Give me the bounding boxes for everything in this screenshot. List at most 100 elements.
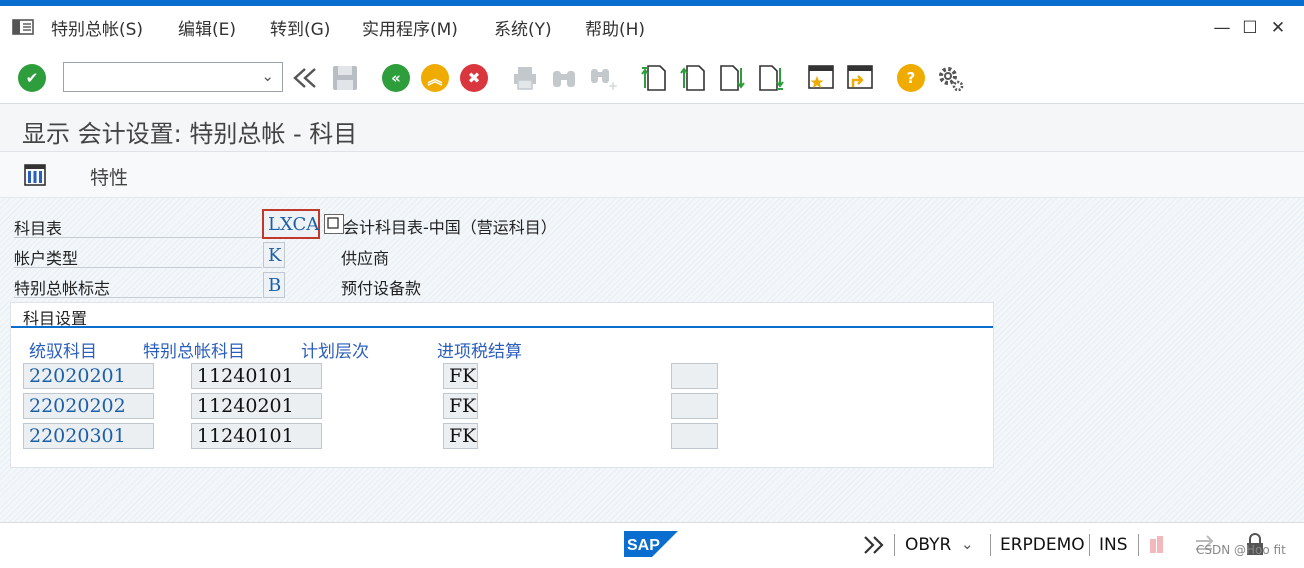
enter-button[interactable]: ✔ [17, 63, 47, 93]
account-settings-frame: 科目设置 统驭科目 特别总帐科目 计划层次 进项税结算 22020201 112… [10, 302, 994, 468]
previous-page-icon [680, 65, 705, 91]
menu-edit[interactable]: 编辑(E) [178, 15, 236, 40]
account-type-field[interactable]: K [263, 242, 285, 268]
cancel-icon: ✖ [460, 64, 488, 92]
column-header-recon-account[interactable]: 统驭科目 [29, 337, 97, 362]
special-gl-indicator-field[interactable]: B [263, 272, 285, 298]
last-page-icon [759, 65, 784, 91]
recon-account-cell[interactable]: 22020202 [23, 393, 154, 419]
watermark-text: CSDN @Hoo fit [1196, 543, 1286, 557]
special-gl-indicator-value: B [268, 274, 282, 296]
command-input[interactable] [64, 63, 249, 91]
special-gl-indicator-label: 特别总帐标志 [14, 279, 111, 298]
input-tax-value: FK [449, 395, 477, 417]
chart-of-accounts-label: 科目表 [14, 219, 63, 238]
generate-shortcut-button[interactable] [845, 63, 875, 93]
menu-system[interactable]: 系统(Y) [494, 15, 552, 40]
account-type-description: 供应商 [341, 249, 390, 268]
special-gl-account-cell[interactable]: 11240101 [191, 363, 322, 389]
input-tax-cell[interactable]: FK [443, 363, 478, 389]
value-help-button[interactable] [324, 214, 344, 234]
menu-bar: 特别总帐(S) 编辑(E) 转到(G) 实用程序(M) 系统(Y) 帮助(H) … [0, 6, 1304, 46]
save-button[interactable] [330, 63, 360, 93]
status-separator [1138, 534, 1139, 556]
close-window-button[interactable]: ✕ [1268, 18, 1288, 38]
gear-icon [939, 67, 964, 92]
chevron-down-icon[interactable]: ⌄ [261, 67, 274, 85]
back-button[interactable]: « [381, 63, 411, 93]
menu-special-gl[interactable]: 特别总帐(S) [51, 15, 143, 40]
first-page-icon [641, 65, 666, 91]
special-gl-account-cell[interactable]: 11240101 [191, 423, 322, 449]
help-button[interactable]: ? [896, 63, 926, 93]
chart-of-accounts-description: 会计科目表-中国（营运科目） [343, 218, 557, 237]
find-button[interactable] [549, 63, 579, 93]
properties-grid-icon[interactable] [24, 164, 46, 186]
recon-account-value: 22020202 [29, 395, 126, 417]
special-gl-account-cell[interactable]: 11240201 [191, 393, 322, 419]
print-icon [514, 67, 536, 90]
new-session-star-icon [808, 65, 834, 89]
chart-of-accounts-field[interactable]: LXCA [262, 209, 320, 239]
input-tax-cell[interactable]: FK [443, 393, 478, 419]
checkmark-icon: ✔ [18, 64, 46, 92]
input-tax-cell[interactable]: FK [443, 423, 478, 449]
insert-mode[interactable]: INS [1099, 535, 1128, 555]
account-type-value: K [268, 244, 282, 266]
status-bar: SAP OBYR ⌄ ERPDEMO INS CSDN @Hoo fit [0, 522, 1304, 568]
cancel-button[interactable]: ✖ [459, 63, 489, 93]
save-disk-icon [333, 66, 357, 90]
last-page-button[interactable] [756, 63, 786, 93]
find-next-button[interactable]: + [588, 63, 618, 93]
menu-toggle-icon[interactable] [12, 19, 34, 35]
binoculars-plus-icon: + [591, 69, 617, 91]
system-name: ERPDEMO [1000, 535, 1085, 555]
menu-goto[interactable]: 转到(G) [270, 15, 330, 40]
column-header-special-gl-account[interactable]: 特别总帐科目 [143, 337, 245, 362]
recon-account-value: 22020201 [29, 365, 126, 387]
work-area: 科目表 LXCA 会计科目表-中国（营运科目） 帐户类型 K 供应商 特别总帐标… [0, 198, 1304, 522]
label-underline [14, 237, 262, 238]
application-toolbar: 特性 [0, 152, 1304, 198]
standard-toolbar: ✔ ⌄ « ︽ ✖ + ? [0, 46, 1304, 104]
recon-account-cell[interactable]: 22020301 [23, 423, 154, 449]
column-header-planning-level[interactable]: 计划层次 [301, 337, 369, 362]
special-gl-indicator-description: 预付设备款 [341, 279, 422, 298]
frame-divider [11, 326, 993, 328]
next-page-icon [720, 65, 745, 91]
previous-page-button[interactable] [678, 63, 708, 93]
sap-logo: SAP [624, 531, 678, 557]
exit-button[interactable]: ︽ [420, 63, 450, 93]
account-type-label: 帐户类型 [14, 249, 79, 268]
recon-account-cell[interactable]: 22020201 [23, 363, 154, 389]
error-icon[interactable] [1146, 533, 1168, 555]
next-page-button[interactable] [717, 63, 747, 93]
menu-utilities[interactable]: 实用程序(M) [362, 15, 458, 40]
recon-account-value: 22020301 [29, 425, 126, 447]
customize-layout-button[interactable] [935, 63, 965, 93]
column-header-input-tax[interactable]: 进项税结算 [437, 337, 522, 362]
svg-text:+: + [608, 79, 617, 91]
command-field[interactable]: ⌄ [63, 62, 283, 92]
menu-help[interactable]: 帮助(H) [585, 15, 645, 40]
maximize-button[interactable]: ☐ [1240, 18, 1260, 38]
special-gl-account-value: 11240101 [197, 365, 294, 387]
field-row-special-gl-indicator: 特别总帐标志 [8, 270, 284, 298]
minimize-button[interactable]: — [1212, 18, 1232, 38]
extra-cell[interactable] [671, 393, 718, 419]
extra-cell[interactable] [671, 363, 718, 389]
label-underline [14, 297, 262, 298]
print-button[interactable] [510, 63, 540, 93]
extra-cell[interactable] [671, 423, 718, 449]
properties-button[interactable]: 特性 [90, 163, 128, 190]
transaction-code[interactable]: OBYR [905, 535, 951, 555]
create-session-button[interactable] [806, 63, 836, 93]
first-page-button[interactable] [639, 63, 669, 93]
special-gl-account-value: 11240101 [197, 425, 294, 447]
expand-status-icon[interactable] [862, 534, 886, 556]
collapse-command-button[interactable] [290, 63, 320, 93]
double-chevron-left-icon [293, 68, 316, 88]
special-gl-account-value: 11240201 [197, 395, 294, 417]
exit-up-icon: ︽ [421, 64, 449, 92]
chevron-down-icon[interactable]: ⌄ [961, 535, 974, 553]
